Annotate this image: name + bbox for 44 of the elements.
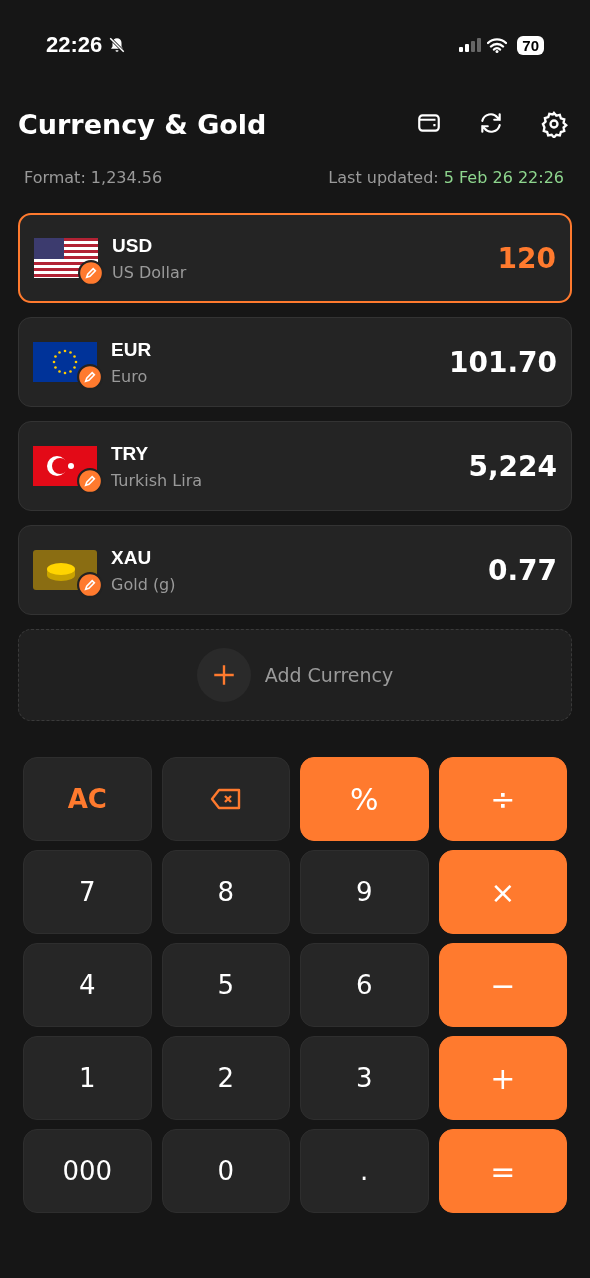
format-label: Format: 1,234.56 [24, 168, 163, 187]
last-updated-label: Last updated: 5 Feb 26 22:26 [328, 168, 564, 187]
digit-key[interactable]: . [300, 1129, 429, 1213]
battery-level: 70 [517, 35, 544, 55]
edit-icon[interactable] [77, 468, 103, 494]
currency-name: Turkish Lira [111, 470, 204, 490]
edit-icon[interactable] [78, 260, 104, 286]
status-time: 22:26 [46, 32, 103, 58]
currency-amount: 101.70 [448, 345, 557, 379]
currency-amount: 120 [497, 241, 556, 275]
currency-amount: 5,224 [468, 449, 557, 483]
currency-code: EUR [111, 338, 153, 361]
currency-code: USD [112, 234, 154, 257]
currency-code: TRY [111, 442, 150, 465]
wifi-icon [487, 37, 508, 53]
digit-key[interactable]: 0 [161, 1129, 290, 1213]
digit-key[interactable]: 8 [161, 850, 290, 934]
currency-name: Gold (g) [111, 574, 177, 594]
digit-key[interactable]: 3 [300, 1036, 429, 1120]
digit-key[interactable]: 9 [300, 850, 429, 934]
backspace-icon [209, 787, 242, 811]
digit-key[interactable]: 2 [161, 1036, 290, 1120]
digit-key[interactable]: 000 [23, 1129, 152, 1213]
currency-card[interactable]: TRY Turkish Lira 5,224 [18, 421, 572, 511]
currency-card[interactable]: XAU Gold (g) 0.77 [18, 525, 572, 615]
digit-key[interactable]: 7 [23, 850, 152, 934]
currency-card[interactable]: EUR Euro 101.70 [18, 317, 572, 407]
clear-key[interactable]: AC [23, 757, 152, 841]
digit-key[interactable]: 4 [23, 943, 152, 1027]
digit-key[interactable]: 5 [161, 943, 290, 1027]
currency-code: XAU [111, 546, 153, 569]
app-title: Currency & Gold [18, 108, 267, 140]
digit-key[interactable]: 1 [23, 1036, 152, 1120]
currency-card[interactable]: USD US Dollar 120 [18, 213, 572, 303]
currency-name: Euro [111, 366, 149, 386]
digit-key[interactable]: 6 [300, 943, 429, 1027]
edit-icon[interactable] [77, 572, 103, 598]
add-currency-button[interactable]: Add Currency [18, 629, 572, 721]
refresh-icon [478, 110, 504, 136]
signal-icon [459, 38, 482, 52]
currency-amount: 0.77 [487, 553, 557, 587]
edit-icon[interactable] [77, 364, 103, 390]
bell-off-icon [108, 36, 127, 54]
currency-name: US Dollar [112, 262, 188, 282]
